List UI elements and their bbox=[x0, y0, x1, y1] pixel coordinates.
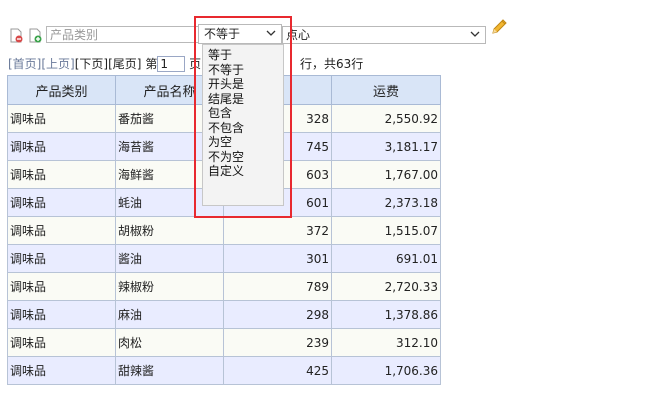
table-cell: 1,706.36 bbox=[331, 356, 441, 385]
table-cell: 辣椒粉 bbox=[115, 272, 224, 301]
table-row[interactable]: 调味品 酱油 301 691.01 bbox=[7, 244, 441, 273]
table-cell: 调味品 bbox=[7, 188, 116, 217]
table-cell: 789 bbox=[223, 272, 332, 301]
column-header[interactable]: 产品类别 bbox=[7, 75, 116, 105]
chevron-down-icon bbox=[470, 31, 480, 37]
table-row[interactable]: 调味品 胡椒粉 372 1,515.07 bbox=[7, 216, 441, 245]
value-select[interactable]: 点心 bbox=[282, 26, 486, 44]
table-cell: 调味品 bbox=[7, 216, 116, 245]
table-row[interactable]: 调味品 甜辣酱 425 1,706.36 bbox=[7, 356, 441, 385]
table-cell: 312.10 bbox=[331, 328, 441, 357]
table-cell: 1,378.86 bbox=[331, 300, 441, 329]
column-header[interactable]: 运费 bbox=[331, 75, 441, 105]
table-cell: 425 bbox=[223, 356, 332, 385]
table-cell: 1,515.07 bbox=[331, 216, 441, 245]
table-cell: 调味品 bbox=[7, 272, 116, 301]
prev-page-link[interactable]: [上页] bbox=[41, 57, 74, 71]
pagination-bar: [首页][上页][下页][尾页] 第1 页 bbox=[8, 56, 201, 72]
table-cell: 3,181.17 bbox=[331, 132, 441, 161]
table-cell: 麻油 bbox=[115, 300, 224, 329]
table-cell: 甜辣酱 bbox=[115, 356, 224, 385]
table-cell: 调味品 bbox=[7, 132, 116, 161]
table-cell: 调味品 bbox=[7, 356, 116, 385]
table-cell: 调味品 bbox=[7, 244, 116, 273]
table-cell: 酱油 bbox=[115, 244, 224, 273]
table-cell: 胡椒粉 bbox=[115, 216, 224, 245]
field-name-box[interactable]: 产品类别 bbox=[46, 26, 200, 43]
table-row[interactable]: 调味品 麻油 298 1,378.86 bbox=[7, 300, 441, 329]
next-page-link[interactable]: [下页] bbox=[75, 57, 108, 71]
table-cell: 调味品 bbox=[7, 104, 116, 133]
table-row[interactable]: 调味品 辣椒粉 789 2,720.33 bbox=[7, 272, 441, 301]
pencil-icon[interactable] bbox=[490, 18, 508, 36]
table-cell: 301 bbox=[223, 244, 332, 273]
table-cell: 调味品 bbox=[7, 300, 116, 329]
page-number-input[interactable]: 1 bbox=[157, 56, 186, 72]
table-cell: 2,720.33 bbox=[331, 272, 441, 301]
highlight-box bbox=[194, 16, 292, 218]
last-page-link[interactable]: [尾页] bbox=[108, 57, 141, 71]
table-cell: 调味品 bbox=[7, 328, 116, 357]
field-placeholder: 产品类别 bbox=[50, 28, 99, 42]
total-rows-text: 行，共63行 bbox=[300, 57, 364, 71]
first-page-link[interactable]: [首页] bbox=[8, 57, 41, 71]
table-cell: 239 bbox=[223, 328, 332, 357]
table-cell: 2,373.18 bbox=[331, 188, 441, 217]
table-cell: 2,550.92 bbox=[331, 104, 441, 133]
table-cell: 691.01 bbox=[331, 244, 441, 273]
table-cell: 372 bbox=[223, 216, 332, 245]
add-filter-icon[interactable] bbox=[29, 28, 42, 43]
table-cell: 298 bbox=[223, 300, 332, 329]
table-cell: 调味品 bbox=[7, 160, 116, 189]
page-prefix: 第 bbox=[145, 57, 158, 71]
table-row[interactable]: 调味品 肉松 239 312.10 bbox=[7, 328, 441, 357]
table-cell: 肉松 bbox=[115, 328, 224, 357]
table-cell: 1,767.00 bbox=[331, 160, 441, 189]
remove-filter-icon[interactable] bbox=[10, 28, 23, 43]
